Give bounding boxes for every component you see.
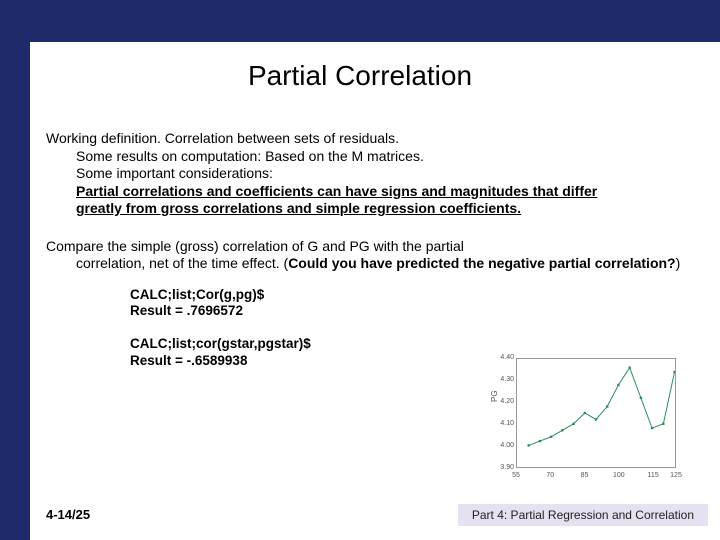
slide-title: Partial Correlation — [0, 60, 720, 92]
compare-line2c: ) — [676, 255, 681, 271]
chart-xtick: 100 — [609, 472, 629, 479]
compare-question: Could you have predicted the negative pa… — [288, 255, 675, 271]
chart-xtick: 115 — [643, 472, 663, 479]
chart-svg — [517, 359, 675, 467]
chart-xtick: 85 — [575, 472, 595, 479]
chart-ytick: 4.40 — [494, 354, 514, 361]
line-emphasis: Partial correlations and coefficients ca… — [76, 183, 646, 218]
chart-ytick: 3.90 — [494, 464, 514, 471]
chart-pg-vs-x: PG 3.904.004.104.204.304.40 557085100115… — [488, 352, 688, 492]
line-considerations: Some important considerations: — [76, 165, 686, 183]
calc1-result: Result = .7696572 — [130, 303, 686, 320]
line-working-definition: Working definition. Correlation between … — [46, 130, 686, 148]
compare-line2: correlation, net of the time effect. (Co… — [76, 255, 686, 273]
chart-xtick: 125 — [666, 472, 686, 479]
paragraph-compare: Compare the simple (gross) correlation o… — [46, 238, 686, 273]
chart-xtick: 55 — [506, 472, 526, 479]
paragraph-definition: Working definition. Correlation between … — [46, 130, 686, 218]
page-number: 4-14/25 — [46, 507, 90, 522]
compare-line2a: correlation, net of the time effect. ( — [76, 255, 288, 271]
chart-ytick: 4.00 — [494, 442, 514, 449]
compare-line1: Compare the simple (gross) correlation o… — [46, 238, 686, 256]
line-computation: Some results on computation: Based on th… — [76, 148, 686, 166]
slide-body: Working definition. Correlation between … — [46, 130, 686, 370]
chart-ytick: 4.20 — [494, 398, 514, 405]
footer-part-label: Part 4: Partial Regression and Correlati… — [458, 504, 708, 526]
chart-plot-area — [516, 358, 676, 468]
header-bar — [0, 0, 720, 42]
chart-xtick: 70 — [540, 472, 560, 479]
calc-block-1: CALC;list;Cor(g,pg)$ Result = .7696572 — [130, 287, 686, 321]
calc1-cmd: CALC;list;Cor(g,pg)$ — [130, 287, 686, 304]
chart-ytick: 4.10 — [494, 420, 514, 427]
calc2-cmd: CALC;list;cor(gstar,pgstar)$ — [130, 336, 686, 353]
chart-ytick: 4.30 — [494, 376, 514, 383]
